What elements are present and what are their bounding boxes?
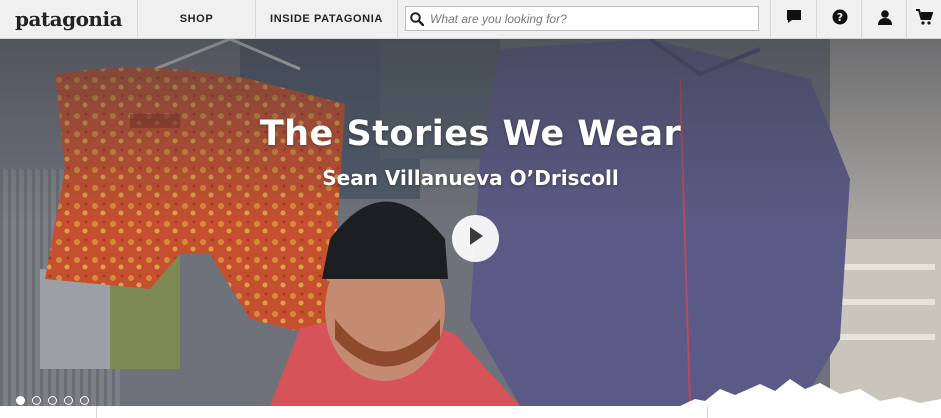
- divider: [96, 406, 97, 418]
- search-icon[interactable]: [406, 7, 428, 30]
- account-icon: [877, 9, 893, 30]
- carousel-indicators: [16, 396, 89, 405]
- cart-icon: [915, 8, 933, 30]
- chat-button[interactable]: [770, 0, 816, 38]
- play-video-button[interactable]: [452, 215, 499, 262]
- carousel-dot-1[interactable]: [16, 396, 25, 405]
- divider: [707, 406, 708, 418]
- carousel-dot-2[interactable]: [32, 396, 41, 405]
- hero-subtitle: Sean Villanueva O’Driscoll: [322, 166, 619, 190]
- help-icon: ?: [832, 9, 848, 30]
- play-icon: [468, 226, 484, 251]
- hero-banner: The Stories We Wear Sean Villanueva O’Dr…: [0, 39, 941, 406]
- account-button[interactable]: [861, 0, 907, 38]
- patagonia-logo[interactable]: patagonia: [0, 0, 138, 38]
- help-button[interactable]: ?: [816, 0, 862, 38]
- carousel-dot-3[interactable]: [48, 396, 57, 405]
- svg-text:?: ?: [836, 11, 842, 24]
- search-box: [405, 6, 759, 31]
- below-hero-strip: [0, 406, 941, 418]
- nav-shop[interactable]: SHOP: [138, 0, 256, 38]
- carousel-dot-5[interactable]: [80, 396, 89, 405]
- hero-title: The Stories We Wear: [259, 114, 682, 154]
- cart-button[interactable]: [906, 0, 941, 38]
- search-input[interactable]: [428, 8, 758, 29]
- chat-icon: [786, 9, 802, 29]
- nav-inside-patagonia[interactable]: INSIDE PATAGONIA: [256, 0, 398, 38]
- top-navigation-bar: patagonia SHOP INSIDE PATAGONIA ?: [0, 0, 941, 39]
- carousel-dot-4[interactable]: [64, 396, 73, 405]
